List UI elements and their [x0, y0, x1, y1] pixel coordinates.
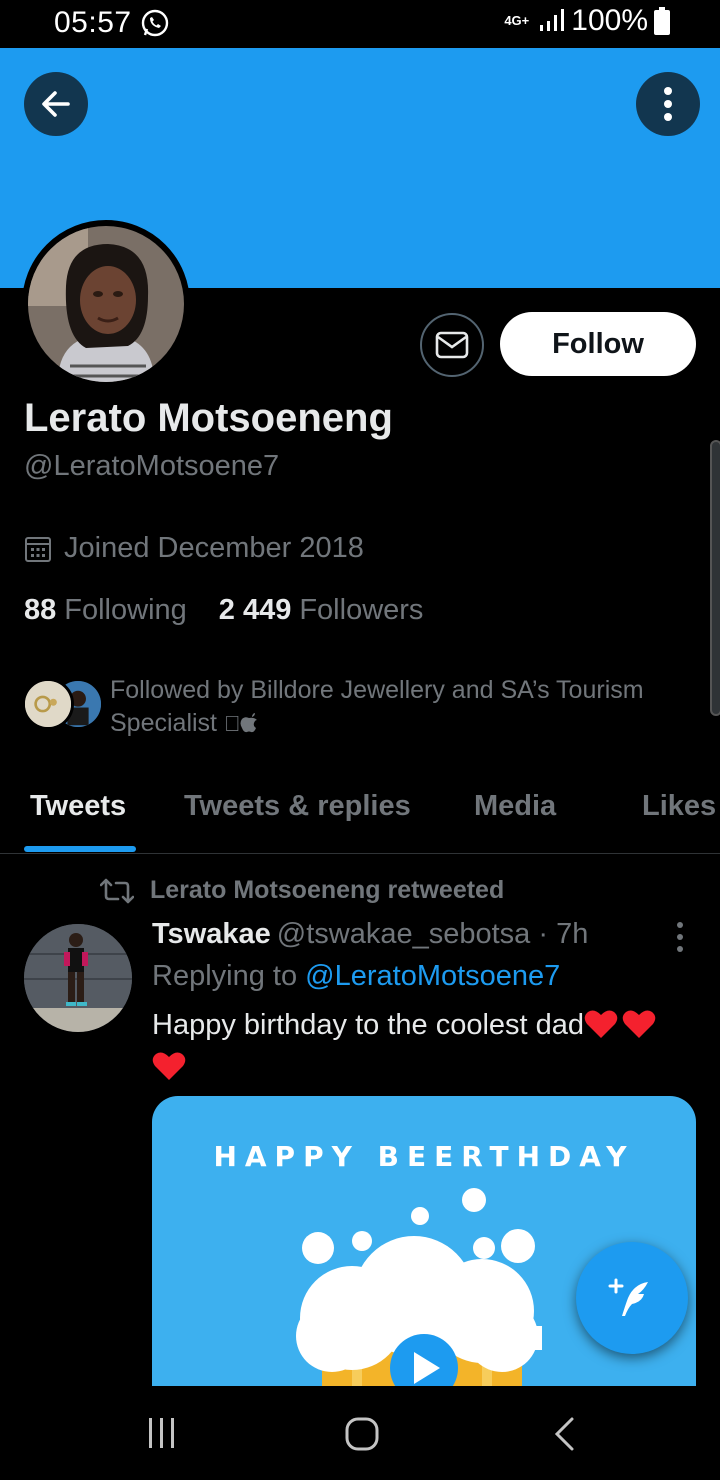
followed-by-avatars — [22, 674, 104, 734]
home-icon[interactable] — [344, 1416, 380, 1452]
follower-avatar-1 — [22, 678, 74, 730]
joined-date: Joined December 2018 — [24, 532, 364, 565]
tweet-time[interactable]: · 7h — [538, 918, 588, 950]
tab-likes[interactable]: Likes — [642, 790, 716, 823]
tweet-more-icon[interactable] — [668, 920, 692, 954]
calendar-icon — [25, 536, 51, 562]
following-label: Following — [64, 594, 187, 626]
compose-tweet-button[interactable] — [576, 1242, 688, 1354]
profile-tabs: Tweets Tweets & replies Media Likes — [0, 770, 720, 854]
tweet-header: Tswakae @tswakae_sebotsa · 7h — [152, 918, 588, 951]
tab-tweets[interactable]: Tweets — [30, 790, 126, 823]
profile-avatar[interactable] — [22, 220, 190, 388]
back-button[interactable] — [24, 72, 88, 136]
mail-icon — [435, 331, 469, 359]
joined-text: Joined December 2018 — [64, 532, 364, 564]
apple-icon:  — [224, 711, 241, 736]
scrollbar[interactable] — [710, 440, 720, 716]
apple-logo-icon — [240, 713, 258, 733]
followers-count: 2 449 — [218, 594, 292, 626]
more-vertical-icon — [664, 87, 672, 121]
tweet-body: Happy birthday to the coolest dad — [152, 1009, 585, 1041]
follow-button[interactable]: Follow — [500, 312, 696, 376]
active-tab-indicator — [24, 846, 136, 852]
arrow-left-icon — [42, 91, 70, 117]
tab-tweets-replies[interactable]: Tweets & replies — [184, 790, 411, 823]
tab-media[interactable]: Media — [474, 790, 556, 823]
tweet-text: Happy birthday to the coolest dad — [152, 1004, 692, 1088]
tweet-author-avatar[interactable] — [24, 924, 132, 1032]
followers-label: Followers — [299, 594, 424, 626]
heart-emoji-icon — [152, 1052, 186, 1080]
replying-mention[interactable]: @LeratoMotsoene7 — [305, 960, 560, 992]
back-nav-icon[interactable] — [552, 1416, 576, 1452]
network-type: 4G+ — [504, 13, 530, 28]
status-time: 05:57 — [54, 6, 132, 39]
compose-feather-icon — [608, 1278, 648, 1316]
tweet-author-handle[interactable]: @tswakae_sebotsa — [277, 918, 531, 950]
followed-by[interactable]: Followed by Billdore Jewellery and SA’s … — [22, 674, 702, 740]
battery-percent: 100% — [571, 4, 648, 37]
avatar-photo — [28, 226, 184, 382]
whatsapp-icon — [141, 9, 169, 37]
signal-icon — [540, 9, 565, 31]
more-options-button[interactable] — [636, 72, 700, 136]
retweet-icon — [100, 878, 134, 903]
followers-link[interactable]: 2 449 Followers — [219, 594, 424, 627]
followed-by-text: Followed by Billdore Jewellery and SA’s … — [110, 676, 644, 737]
status-bar: 05:57 4G+ 100% — [0, 0, 720, 48]
following-link[interactable]: 88 Following — [24, 594, 187, 627]
retweet-context[interactable]: Lerato Motsoeneng retweeted — [100, 876, 504, 905]
retweet-context-text: Lerato Motsoeneng retweeted — [150, 876, 505, 904]
heart-emoji-icon — [622, 1010, 656, 1038]
battery-icon — [654, 7, 670, 35]
user-handle: @LeratoMotsoene7 — [24, 450, 280, 482]
display-name: Lerato Motsoeneng — [24, 396, 393, 440]
system-nav-bar — [0, 1386, 720, 1480]
heart-emoji-icon — [584, 1010, 618, 1038]
tweet-author-name[interactable]: Tswakae — [152, 918, 271, 950]
status-indicators: 4G+ 100% — [504, 4, 670, 38]
following-count: 88 — [24, 594, 57, 626]
replying-to: Replying to @LeratoMotsoene7 — [152, 960, 560, 993]
replying-prefix: Replying to — [152, 960, 298, 992]
recent-apps-icon[interactable] — [146, 1416, 178, 1450]
follow-stats: 88 Following 2 449 Followers — [24, 594, 423, 627]
message-button[interactable] — [420, 313, 484, 377]
